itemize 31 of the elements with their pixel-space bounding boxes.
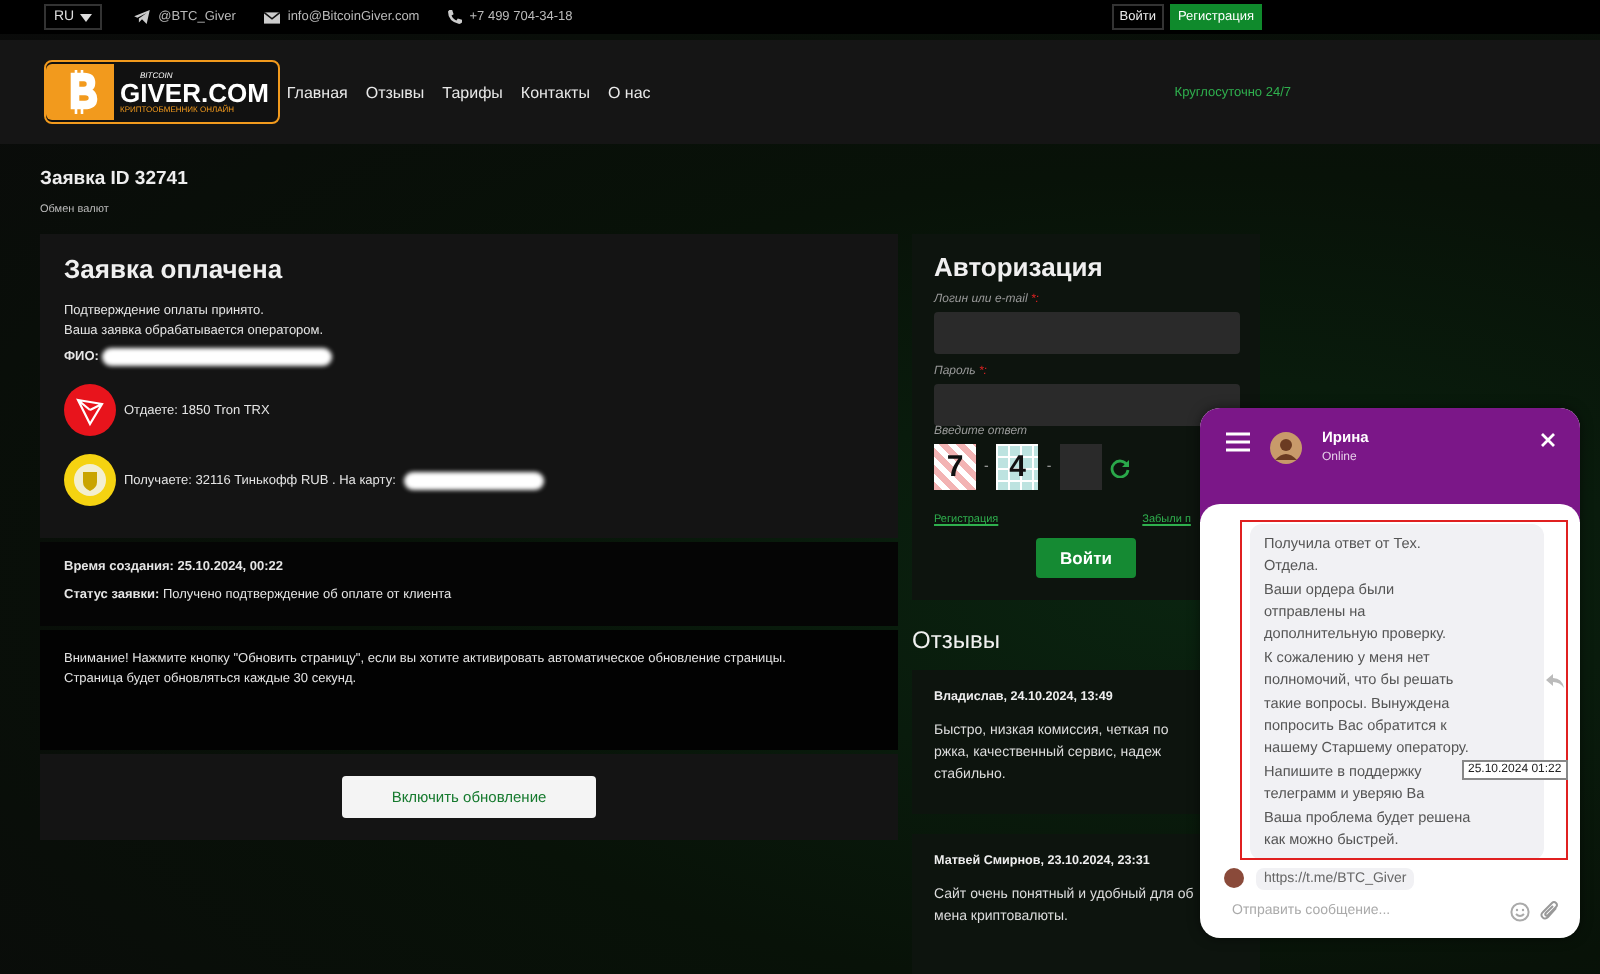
avatar-icon — [1224, 868, 1244, 889]
nav-link[interactable]: Главная — [286, 83, 348, 101]
reviews-heading: Отзывы — [912, 626, 1002, 654]
paper-plane-icon — [134, 10, 151, 24]
nav-link[interactable]: О нас — [607, 83, 651, 101]
refresh-icon[interactable] — [1109, 457, 1130, 477]
input-field[interactable] — [934, 384, 1240, 426]
paperclip-icon[interactable] — [1540, 900, 1560, 923]
auth-heading: Авторизация — [934, 252, 1105, 282]
nav-link[interactable]: Отзывы — [365, 83, 425, 101]
bitcoin-icon — [46, 64, 114, 120]
avatar-icon — [1270, 432, 1302, 464]
smiley-icon[interactable] — [1510, 901, 1530, 922]
submit-button[interactable]: Войти — [1036, 538, 1136, 578]
nav-link[interactable]: Контакты — [520, 83, 590, 101]
envelope-icon — [263, 11, 280, 23]
phone-icon — [447, 10, 462, 24]
nav-link[interactable]: Тарифы — [442, 83, 503, 101]
close-icon[interactable] — [1540, 432, 1556, 448]
captcha-input[interactable] — [1059, 444, 1102, 490]
captcha-digit: 4 — [996, 444, 1039, 490]
caret-icon — [80, 13, 93, 21]
page-title: Заявка ID 32741 — [40, 168, 190, 190]
tron-coin-icon — [64, 384, 116, 436]
reply-icon[interactable] — [1546, 673, 1564, 688]
input-field[interactable] — [934, 312, 1240, 354]
logo-wordmark: GIVER.COM — [120, 79, 269, 105]
menu-icon[interactable] — [1226, 432, 1250, 452]
captcha-digit: 7 — [934, 444, 976, 490]
bank-coin-icon — [64, 454, 116, 506]
order-heading: Заявка оплачена — [64, 254, 285, 284]
